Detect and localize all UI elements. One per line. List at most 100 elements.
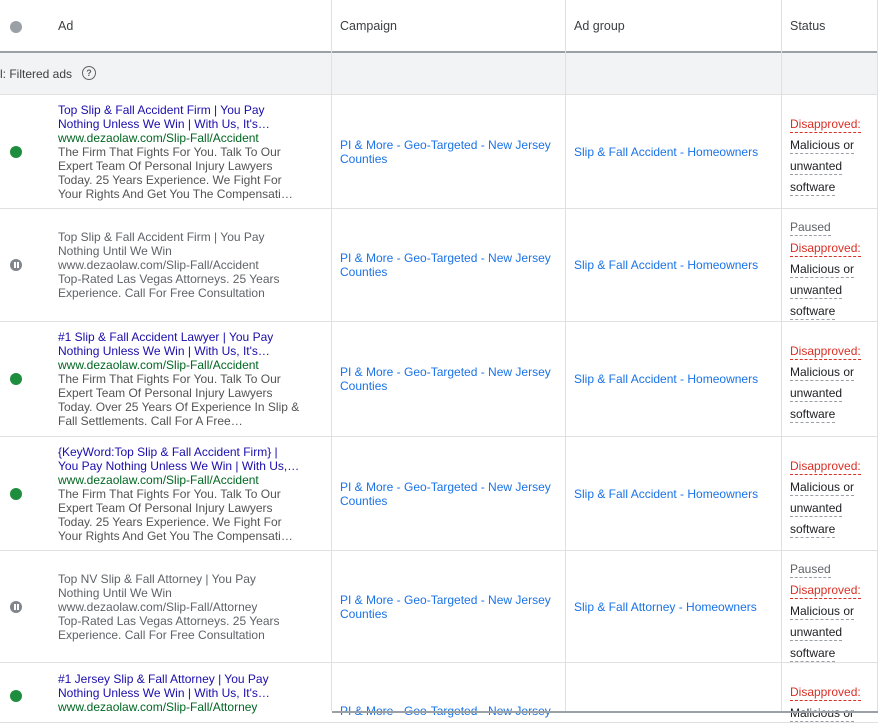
ad-status[interactable]: Disapproved: Malicious or unwanted software [790,115,870,199]
ad-group-link[interactable]: Slip & Fall Accident - Homeowners [574,145,758,159]
ad-status[interactable]: Paused Disapproved: Malicious or unwanted so… [790,560,870,665]
campaign-link-line: PI & More - Geo-Targeted - New Jersey [340,593,551,607]
ad-preview[interactable]: #1 Jersey Slip & Fall Attorney | You Pay… [58,672,303,714]
ad-description-line: Your Rights And Get You The Compensati… [58,529,293,543]
disapproved-status-label[interactable]: Disapproved: [790,241,861,257]
column-header-campaign[interactable]: Campaign [340,19,397,33]
disapproved-status-label[interactable]: Disapproved: [790,685,861,701]
ad-display-url: www.dezaolaw.com/Slip-Fall/Accident [58,358,259,372]
ad-group-link[interactable]: Slip & Fall Attorney - Homeowners [574,600,757,614]
enabled-status-icon[interactable] [10,690,22,702]
column-header-ad-group[interactable]: Ad group [574,19,625,33]
column-divider [781,0,782,711]
ad-headline-line[interactable]: You Pay Nothing Unless We Win | With Us,… [58,459,303,473]
ad-status[interactable]: Disapproved: Malicious or unwanted software [790,342,870,426]
enabled-status-icon[interactable] [10,146,22,158]
ad-description-line: Expert Team Of Personal Injury Lawyers [58,501,273,515]
ad-preview[interactable]: {KeyWord:Top Slip & Fall Accident Firm} … [58,445,303,543]
disapproval-reason[interactable]: unwanted [790,283,843,299]
disapproval-reason[interactable]: software [790,180,836,196]
table-header: Ad Campaign Ad group Status [0,0,878,53]
disapproval-reason[interactable]: Malicious or [790,604,855,620]
ad-display-url: www.dezaolaw.com/Slip-Fall/Accident [58,131,259,145]
disapproval-reason[interactable]: Malicious or [790,706,855,722]
disapproval-reason[interactable]: software [790,304,836,320]
campaign-link[interactable]: PI & More - Geo-Targeted - New Jersey Cou… [340,251,555,279]
disapproval-reason[interactable]: software [790,646,836,662]
total-filtered-label: l: Filtered ads [0,67,73,81]
paused-status-label[interactable]: Paused [790,220,831,236]
disapproval-reason[interactable]: software [790,407,836,423]
ad-status[interactable]: Disapproved: Malicious or [790,683,870,725]
ad-group-link[interactable]: Slip & Fall Accident - Homeowners [574,487,758,501]
ad-description-line: Today. 25 Years Experience. We Fight For [58,515,282,529]
campaign-link[interactable]: PI & More - Geo-Targeted - New Jersey Cou… [340,365,555,393]
ad-headline-line[interactable]: Top NV Slip & Fall Attorney | You Pay [58,572,303,586]
disapproval-reason[interactable]: Malicious or [790,262,855,278]
ad-group-link[interactable]: Slip & Fall Accident - Homeowners [574,258,758,272]
ad-headline-line[interactable]: Nothing Until We Win [58,586,303,600]
ad-display-url: www.dezaolaw.com/Slip-Fall/Accident [58,258,259,272]
ad-display-url: www.dezaolaw.com/Slip-Fall/Accident [58,473,259,487]
ad-headline-line[interactable]: Nothing Unless We Win | With Us, It's… [58,686,303,700]
ad-description-line: The Firm That Fights For You. Talk To Ou… [58,145,281,159]
disapproval-reason[interactable]: unwanted [790,386,843,402]
ad-display-url: www.dezaolaw.com/Slip-Fall/Attorney [58,600,258,614]
campaign-link-line: PI & More - Geo-Targeted - New Jersey [340,138,551,152]
status-column-dot-icon[interactable] [10,21,22,33]
total-filtered-row: l: Filtered ads ? [0,53,878,95]
ad-headline-line[interactable]: #1 Slip & Fall Accident Lawyer | You Pay [58,330,303,344]
ad-headline-line[interactable]: Nothing Unless We Win | With Us, It's… [58,117,303,131]
enabled-status-icon[interactable] [10,373,22,385]
ad-description-line: Today. 25 Years Experience. We Fight For [58,173,282,187]
table-row[interactable]: #1 Slip & Fall Accident Lawyer | You Pay… [0,322,878,437]
campaign-link-line: PI & More - Geo-Targeted - New Jersey [340,480,551,494]
ad-display-url: www.dezaolaw.com/Slip-Fall/Attorney [58,700,258,714]
ad-headline-line[interactable]: Nothing Unless We Win | With Us, It's… [58,344,303,358]
ad-preview[interactable]: Top Slip & Fall Accident Firm | You Pay N… [58,230,303,300]
campaign-link[interactable]: PI & More - Geo-Targeted - New Jersey Cou… [340,138,555,166]
column-header-status[interactable]: Status [790,19,825,33]
disapproval-reason[interactable]: unwanted [790,159,843,175]
ad-preview[interactable]: #1 Slip & Fall Accident Lawyer | You Pay… [58,330,303,428]
disapproved-status-label[interactable]: Disapproved: [790,459,861,475]
disapproval-reason[interactable]: Malicious or [790,138,855,154]
disapproval-reason[interactable]: unwanted [790,501,843,517]
column-divider [331,0,332,711]
ad-headline-line[interactable]: #1 Jersey Slip & Fall Attorney | You Pay [58,672,303,686]
ad-description-line: Experience. Call For Free Consultation [58,286,265,300]
disapproval-reason[interactable]: software [790,522,836,538]
ad-preview[interactable]: Top Slip & Fall Accident Firm | You Pay N… [58,103,303,201]
paused-status-icon[interactable] [10,259,22,271]
ad-description-line: Expert Team Of Personal Injury Lawyers [58,159,273,173]
disapproval-reason[interactable]: unwanted [790,625,843,641]
disapproved-status-label[interactable]: Disapproved: [790,583,861,599]
column-header-ad[interactable]: Ad [58,19,73,33]
ad-description-line: The Firm That Fights For You. Talk To Ou… [58,487,281,501]
table-row[interactable]: #1 Jersey Slip & Fall Attorney | You Pay… [0,663,878,723]
ad-description-line: Today. Over 25 Years Of Experience In Sl… [58,400,300,414]
ad-headline-line[interactable]: Top Slip & Fall Accident Firm | You Pay [58,103,303,117]
table-row[interactable]: Top Slip & Fall Accident Firm | You Pay N… [0,95,878,209]
table-row[interactable]: Top Slip & Fall Accident Firm | You Pay N… [0,209,878,322]
ad-preview[interactable]: Top NV Slip & Fall Attorney | You Pay Not… [58,572,303,642]
campaign-link-line: PI & More - Geo-Targeted - New Jersey [340,251,551,265]
table-row[interactable]: Top NV Slip & Fall Attorney | You Pay Not… [0,551,878,663]
disapproved-status-label[interactable]: Disapproved: [790,344,861,360]
campaign-link[interactable]: PI & More - Geo-Targeted - New Jersey Cou… [340,480,555,508]
ad-status[interactable]: Disapproved: Malicious or unwanted software [790,457,870,541]
ad-headline-line[interactable]: {KeyWord:Top Slip & Fall Accident Firm} … [58,445,303,459]
enabled-status-icon[interactable] [10,488,22,500]
disapproval-reason[interactable]: Malicious or [790,480,855,496]
help-icon[interactable]: ? [82,66,96,80]
ad-headline-line[interactable]: Top Slip & Fall Accident Firm | You Pay [58,230,303,244]
disapproval-reason[interactable]: Malicious or [790,365,855,381]
disapproved-status-label[interactable]: Disapproved: [790,117,861,133]
ad-group-link[interactable]: Slip & Fall Accident - Homeowners [574,372,758,386]
paused-status-icon[interactable] [10,601,22,613]
paused-status-label[interactable]: Paused [790,562,831,578]
ad-status[interactable]: Paused Disapproved: Malicious or unwanted so… [790,218,870,323]
campaign-link[interactable]: PI & More - Geo-Targeted - New Jersey Cou… [340,593,555,621]
ad-headline-line[interactable]: Nothing Until We Win [58,244,303,258]
table-row[interactable]: {KeyWord:Top Slip & Fall Accident Firm} … [0,437,878,551]
